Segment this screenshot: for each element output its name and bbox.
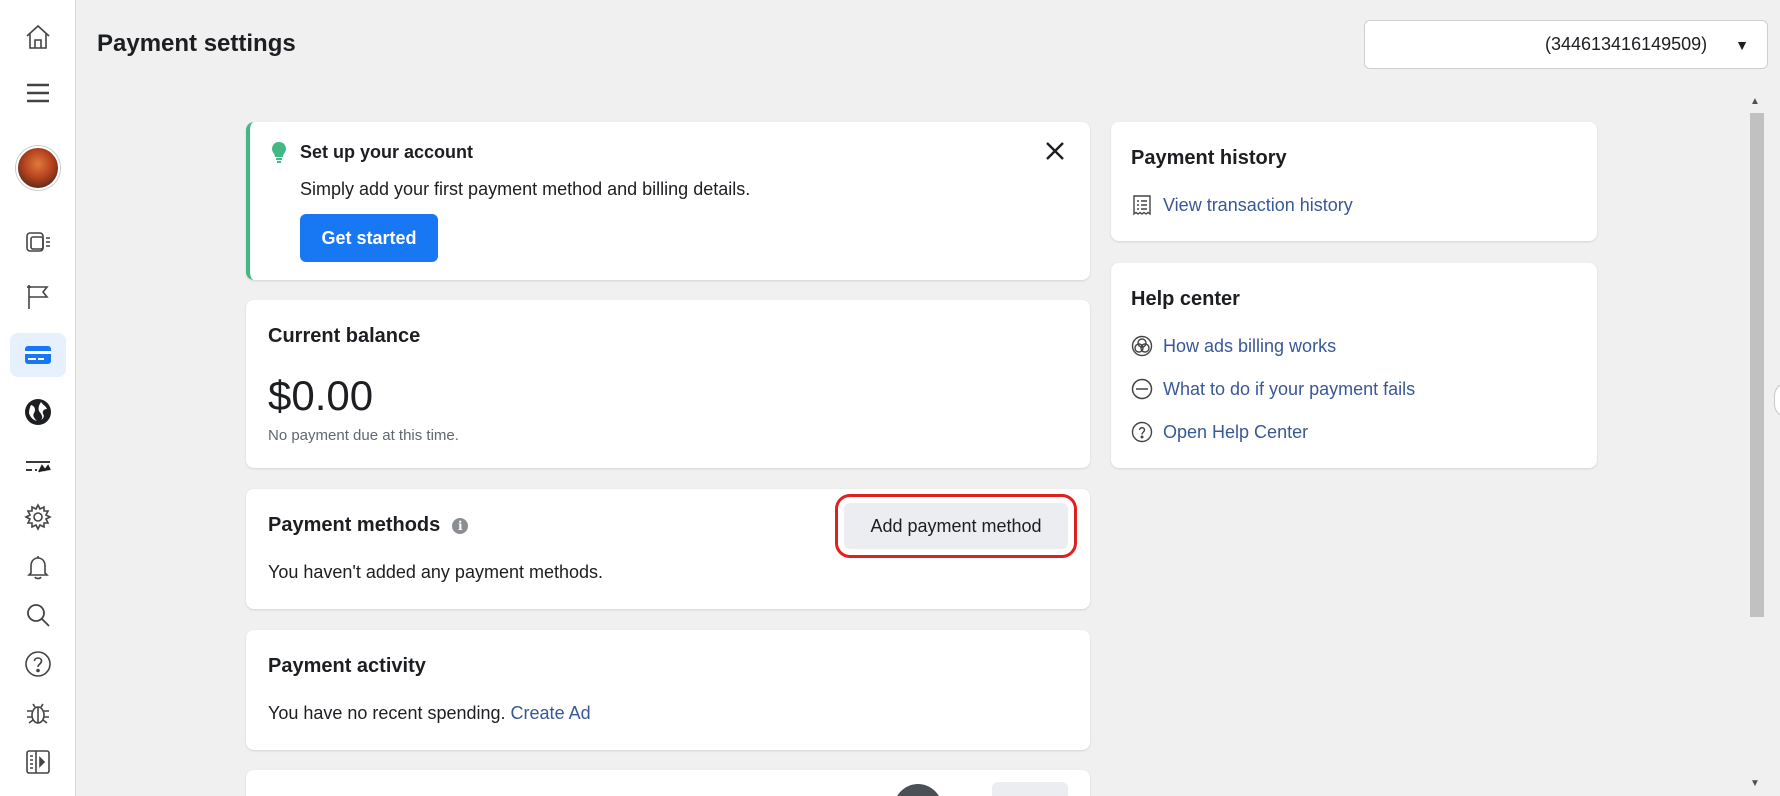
flag-icon[interactable] <box>10 274 66 318</box>
payment-fails-link[interactable]: What to do if your payment fails <box>1163 379 1415 400</box>
billing-circles-icon <box>1131 335 1153 357</box>
partial-circle <box>894 784 942 796</box>
account-id: (344613416149509) <box>1544 34 1708 54</box>
bug-icon[interactable] <box>10 691 66 735</box>
view-transaction-history-link[interactable]: View transaction history <box>1163 195 1353 216</box>
partial-card <box>246 770 1090 796</box>
setup-title: Set up your account <box>300 142 474 162</box>
open-help-center-link[interactable]: Open Help Center <box>1163 422 1308 443</box>
get-started-button[interactable]: Get started <box>300 214 438 262</box>
search-icon[interactable] <box>10 593 66 637</box>
payment-methods-empty: You haven't added any payment methods. <box>268 562 604 582</box>
payment-history-title: Payment history <box>1131 147 1287 169</box>
payment-activity-card: Payment activity You have no recent spen… <box>246 630 1090 750</box>
globe-icon[interactable] <box>10 390 66 434</box>
panel-toggle-icon[interactable] <box>10 740 66 784</box>
credit-card-icon[interactable] <box>10 333 66 377</box>
setup-account-card: Set up your account Simply add your firs… <box>246 122 1090 280</box>
payment-activity-text: You have no recent spending. Create Ad <box>268 703 591 724</box>
scroll-up-arrow[interactable]: ▲ <box>1750 96 1760 107</box>
balance-note: No payment due at this time. <box>268 427 459 444</box>
balance-amount: $0.00 <box>268 372 374 419</box>
close-icon[interactable] <box>1042 138 1068 164</box>
info-icon[interactable]: i <box>452 517 469 534</box>
account-selector[interactable]: (344613416149509) ▼ <box>1364 20 1768 69</box>
lightbulb-icon <box>272 142 286 163</box>
partial-button[interactable] <box>992 782 1068 796</box>
balance-title: Current balance <box>268 325 421 347</box>
question-circle-icon <box>1131 421 1153 443</box>
scrollbar-thumb[interactable] <box>1750 113 1764 617</box>
minus-circle-icon <box>1131 378 1153 400</box>
payment-activity-title: Payment activity <box>268 655 426 677</box>
create-ad-link[interactable]: Create Ad <box>511 703 591 723</box>
left-nav-rail <box>0 0 76 796</box>
scroll-down-arrow[interactable]: ▼ <box>1750 778 1760 789</box>
payment-methods-title: Payment methods i <box>268 514 469 537</box>
payment-history-card: Payment history View transaction history <box>1111 122 1597 241</box>
help-link-billing-row[interactable]: How ads billing works <box>1131 335 1336 357</box>
setup-description: Simply add your first payment method and… <box>300 179 751 199</box>
help-center-title: Help center <box>1131 288 1240 310</box>
bell-icon[interactable] <box>10 545 66 589</box>
avatar <box>16 146 60 190</box>
chevron-down-icon: ▼ <box>1735 36 1749 53</box>
page-title: Payment settings <box>97 30 296 57</box>
help-icon[interactable] <box>10 642 66 686</box>
current-balance-card: Current balance $0.00 No payment due at … <box>246 300 1090 468</box>
ads-manager-icon[interactable] <box>10 444 66 488</box>
avatar-button[interactable] <box>10 146 66 190</box>
view-transaction-history-row[interactable]: View transaction history <box>1131 194 1353 216</box>
edge-handle[interactable] <box>1774 382 1780 418</box>
gear-icon[interactable] <box>10 495 66 539</box>
payment-methods-label: Payment methods <box>268 514 441 536</box>
payment-methods-card: Payment methods i Add payment method You… <box>246 489 1090 609</box>
home-icon[interactable] <box>10 15 66 59</box>
activity-text: You have no recent spending. <box>268 703 506 723</box>
receipt-icon <box>1133 195 1151 216</box>
menu-icon[interactable] <box>10 71 66 115</box>
help-center-card: Help center How ads billing works What t… <box>1111 263 1597 468</box>
help-link-payment-fails-row[interactable]: What to do if your payment fails <box>1131 378 1415 400</box>
help-link-help-center-row[interactable]: Open Help Center <box>1131 421 1308 443</box>
add-payment-method-button[interactable]: Add payment method <box>835 494 1077 558</box>
pages-icon[interactable] <box>10 220 66 264</box>
how-ads-billing-works-link[interactable]: How ads billing works <box>1163 336 1336 357</box>
